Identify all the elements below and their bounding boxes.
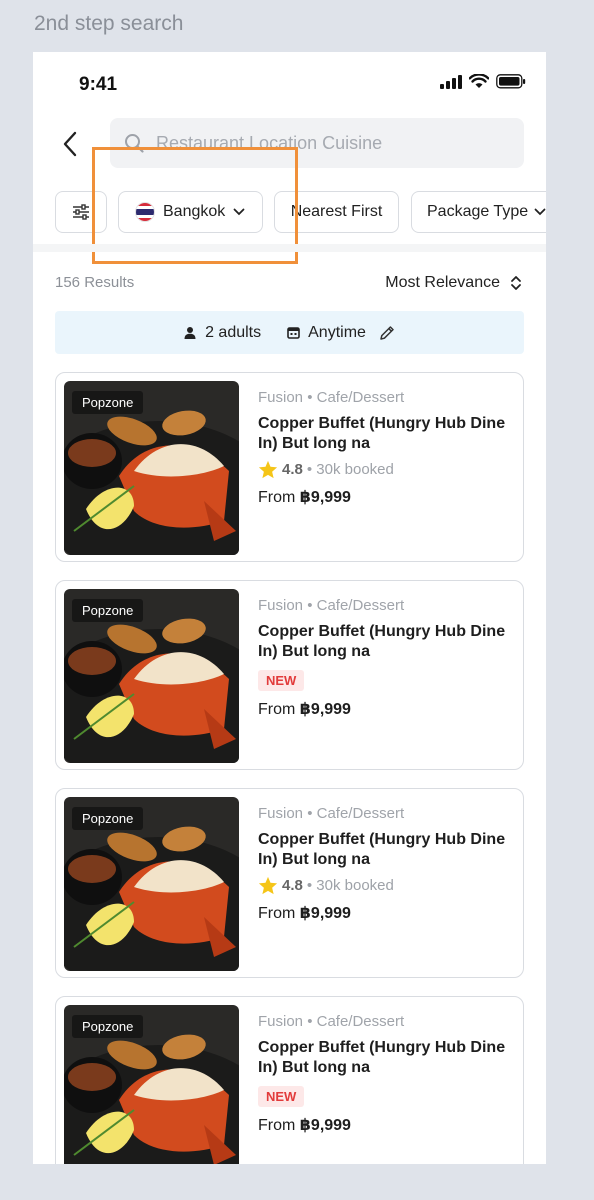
star-icon <box>258 460 278 479</box>
chevron-down-icon <box>233 208 245 216</box>
nearest-first-label: Nearest First <box>290 203 383 220</box>
restaurant-image[interactable]: Popzone <box>64 797 239 971</box>
price-row: From ฿9,999 <box>258 1115 508 1135</box>
search-input[interactable]: Restaurant Location Cuisine <box>110 118 524 168</box>
restaurant-card[interactable]: Popzone Fusion • Cafe/Dessert Copper Buffe… <box>55 996 524 1164</box>
restaurant-name[interactable]: Copper Buffet (Hungry Hub Dine In) But l… <box>258 622 508 662</box>
restaurant-card[interactable]: Popzone Fusion • Cafe/Dessert Copper Buffe… <box>55 788 524 978</box>
restaurant-name[interactable]: Copper Buffet (Hungry Hub Dine In) But l… <box>258 414 508 454</box>
adults-count: 2 adults <box>205 323 262 341</box>
restaurant-image[interactable]: Popzone <box>64 589 239 763</box>
restaurant-category: Fusion • Cafe/Dessert <box>258 805 405 822</box>
wifi-icon <box>469 74 489 88</box>
sort-dropdown[interactable]: Most Relevance <box>385 274 522 292</box>
guest-summary-bar[interactable]: 2 adults Anytime <box>55 311 524 354</box>
star-icon <box>258 876 278 895</box>
status-time: 9:41 <box>79 74 118 95</box>
restaurant-name[interactable]: Copper Buffet (Hungry Hub Dine In) But l… <box>258 1038 508 1078</box>
new-badge: NEW <box>258 1086 305 1107</box>
booked-count: • 30k booked <box>306 877 394 894</box>
price-prefix: From <box>258 701 300 718</box>
rating-value: 4.8 <box>282 461 303 478</box>
sort-label: Most Relevance <box>385 274 500 291</box>
price-prefix: From <box>258 489 300 506</box>
price-prefix: From <box>258 905 300 922</box>
filter-button[interactable] <box>55 191 107 233</box>
popzone-badge: Popzone <box>72 807 144 830</box>
restaurant-info: Fusion • Cafe/Dessert Copper Buffet (Hung… <box>258 805 508 923</box>
phone-screen: 9:41 Restaurant Location Cuisine Bangkok… <box>33 52 546 1164</box>
search-placeholder: Restaurant Location Cuisine <box>156 132 383 153</box>
package-type-label: Package Type <box>427 203 529 220</box>
back-arrow-icon[interactable] <box>59 130 83 158</box>
restaurant-name[interactable]: Copper Buffet (Hungry Hub Dine In) But l… <box>258 830 508 870</box>
signal-icon <box>440 74 462 89</box>
pencil-edit-icon[interactable] <box>378 324 396 342</box>
new-badge: NEW <box>258 670 305 691</box>
restaurant-card[interactable]: Popzone Fusion • Cafe/Dessert Copper Buffe… <box>55 580 524 770</box>
calendar-icon <box>287 327 300 339</box>
rating-row: 4.8 • 30k booked <box>258 460 508 479</box>
section-divider <box>33 244 546 252</box>
restaurant-category: Fusion • Cafe/Dessert <box>258 389 405 406</box>
city-dropdown[interactable]: Bangkok <box>118 191 263 233</box>
time-label: Anytime <box>308 323 366 341</box>
restaurant-image[interactable]: Popzone <box>64 381 239 555</box>
price-value: ฿9,999 <box>299 701 351 718</box>
restaurant-info: Fusion • Cafe/Dessert Copper Buffet (Hung… <box>258 1013 508 1135</box>
popzone-badge: Popzone <box>72 1015 144 1038</box>
chevron-down-icon <box>534 208 546 216</box>
package-type-dropdown[interactable]: Package Type <box>411 191 546 233</box>
price-row: From ฿9,999 <box>258 487 508 507</box>
restaurant-card[interactable]: Popzone Fusion • Cafe/Dessert Copper Buffe… <box>55 372 524 562</box>
nearest-first-button[interactable]: Nearest First <box>274 191 399 233</box>
rating-row: 4.8 • 30k booked <box>258 876 508 895</box>
results-count: 156 Results <box>55 274 135 291</box>
battery-icon <box>496 74 526 89</box>
search-icon <box>125 134 144 153</box>
restaurant-info: Fusion • Cafe/Dessert Copper Buffet (Hung… <box>258 389 508 507</box>
popzone-badge: Popzone <box>72 599 144 622</box>
price-value: ฿9,999 <box>299 1117 351 1134</box>
rating-value: 4.8 <box>282 877 303 894</box>
frame-label: 2nd step search <box>34 12 184 35</box>
restaurant-image[interactable]: Popzone <box>64 1005 239 1164</box>
sort-updown-icon <box>511 276 521 290</box>
restaurant-category: Fusion • Cafe/Dessert <box>258 1013 405 1030</box>
price-row: From ฿9,999 <box>258 903 508 923</box>
price-prefix: From <box>258 1117 300 1134</box>
thailand-flag-icon <box>135 202 155 222</box>
price-value: ฿9,999 <box>299 905 351 922</box>
price-row: From ฿9,999 <box>258 699 508 719</box>
sliders-icon <box>73 204 89 220</box>
restaurant-info: Fusion • Cafe/Dessert Copper Buffet (Hung… <box>258 597 508 719</box>
person-icon <box>184 326 196 339</box>
city-label: Bangkok <box>163 203 226 220</box>
status-icons <box>440 74 526 89</box>
booked-count: • 30k booked <box>306 461 394 478</box>
price-value: ฿9,999 <box>299 489 351 506</box>
popzone-badge: Popzone <box>72 391 144 414</box>
restaurant-category: Fusion • Cafe/Dessert <box>258 597 405 614</box>
